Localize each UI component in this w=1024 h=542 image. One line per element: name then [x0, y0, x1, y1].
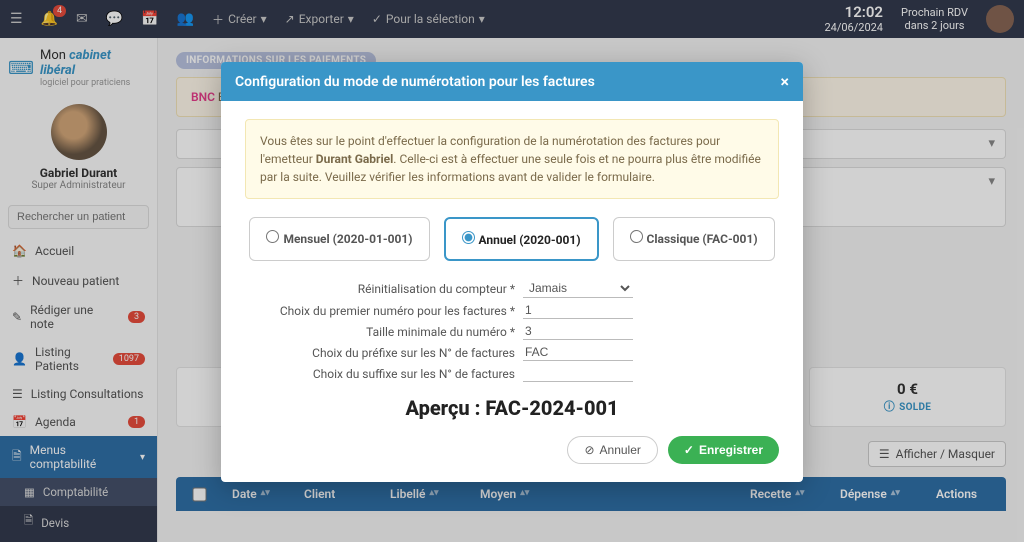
modal-header: Configuration du mode de numérotation po… — [221, 62, 803, 101]
input-prefix[interactable] — [523, 344, 633, 361]
radio-monthly-input[interactable] — [266, 230, 279, 243]
select-reset[interactable]: Jamais — [523, 279, 633, 298]
close-icon[interactable]: × — [781, 72, 790, 91]
modal-title: Configuration du mode de numérotation po… — [235, 74, 595, 90]
label-suffix: Choix du suffixe sur les N° de factures — [245, 367, 515, 381]
input-min[interactable] — [523, 323, 633, 340]
row-reset: Réinitialisation du compteur * Jamais — [245, 279, 779, 298]
check-icon: ✓ — [684, 443, 694, 457]
row-prefix: Choix du préfixe sur les N° de factures — [245, 344, 779, 361]
save-button[interactable]: ✓Enregistrer — [668, 436, 779, 464]
numbering-mode-row: Mensuel (2020-01-001) Annuel (2020-001) … — [245, 217, 779, 261]
row-first: Choix du premier numéro pour les facture… — [245, 302, 779, 319]
radio-classic-input[interactable] — [630, 230, 643, 243]
label-prefix: Choix du préfixe sur les N° de factures — [245, 346, 515, 360]
radio-annual[interactable]: Annuel (2020-001) — [444, 217, 599, 261]
input-first[interactable] — [523, 302, 633, 319]
row-min: Taille minimale du numéro * — [245, 323, 779, 340]
modal-warning: Vous êtes sur le point d'effectuer la co… — [245, 119, 779, 199]
form-rows: Réinitialisation du compteur * Jamais Ch… — [245, 279, 779, 382]
radio-classic[interactable]: Classique (FAC-001) — [613, 217, 775, 261]
radio-annual-input[interactable] — [462, 231, 475, 244]
label-min: Taille minimale du numéro * — [245, 325, 515, 339]
modal-body: Vous êtes sur le point d'effectuer la co… — [221, 101, 803, 482]
modal-footer: ⊘Annuler ✓Enregistrer — [245, 436, 779, 468]
input-suffix[interactable] — [523, 365, 633, 382]
ban-icon: ⊘ — [584, 443, 594, 457]
row-suffix: Choix du suffixe sur les N° de factures — [245, 365, 779, 382]
label-first: Choix du premier numéro pour les facture… — [245, 304, 515, 318]
label-reset: Réinitialisation du compteur * — [245, 282, 515, 296]
modal: Configuration du mode de numérotation po… — [221, 62, 803, 482]
preview: Aperçu : FAC-2024-001 — [245, 396, 779, 420]
cancel-button[interactable]: ⊘Annuler — [567, 436, 657, 464]
radio-monthly[interactable]: Mensuel (2020-01-001) — [249, 217, 429, 261]
